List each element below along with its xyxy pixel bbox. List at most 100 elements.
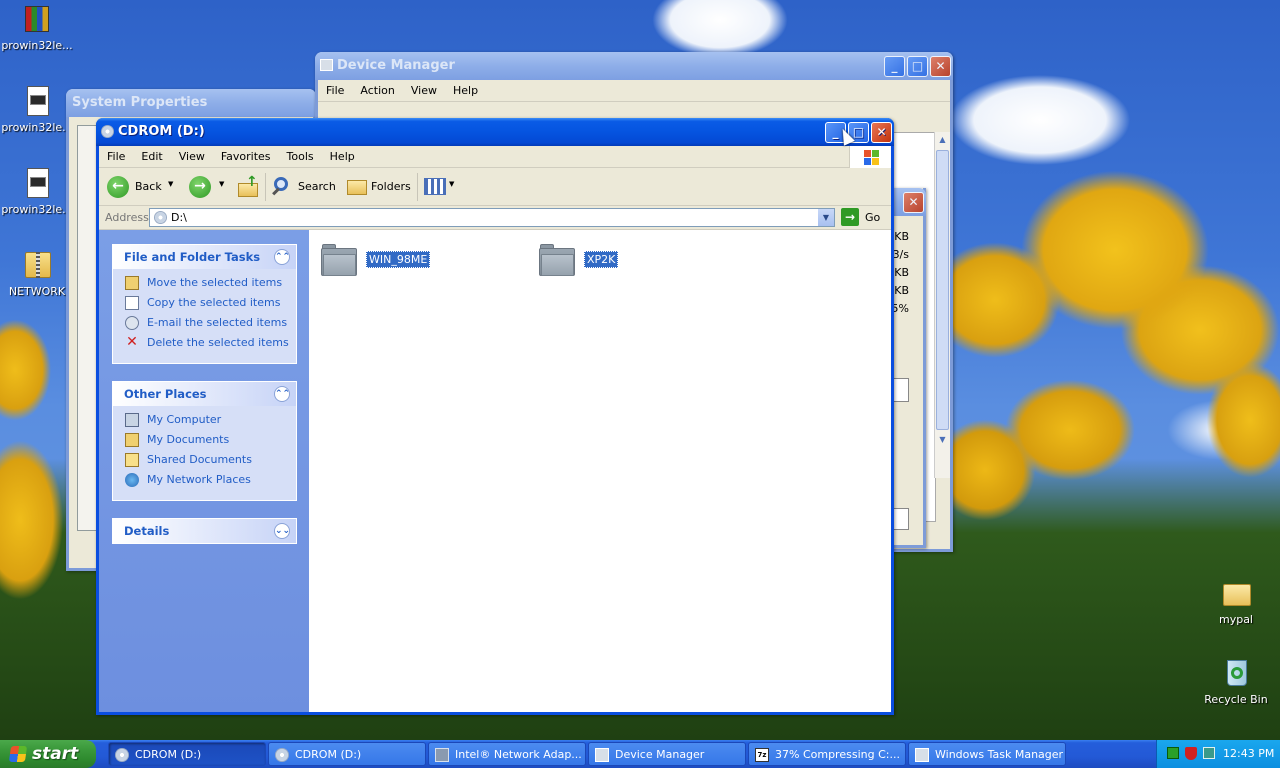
up-folder-icon[interactable]: ↑ <box>238 175 258 198</box>
views-button[interactable]: ▼ <box>424 177 458 197</box>
place-shared-documents[interactable]: Shared Documents <box>113 450 296 470</box>
close-button[interactable]: ✕ <box>903 192 924 213</box>
taskbar-item-device-manager[interactable]: Device Manager <box>588 742 746 766</box>
task-box-header[interactable]: Details ⌄⌄ <box>113 519 296 543</box>
menu-action[interactable]: Action <box>352 84 402 97</box>
folder-icon <box>321 244 357 276</box>
collapse-chevron-icon[interactable]: ⌃⌃ <box>274 386 290 402</box>
close-button[interactable]: ✕ <box>871 122 892 143</box>
maximize-button[interactable]: □ <box>907 56 928 77</box>
my-documents-icon <box>125 433 139 447</box>
archive-icon <box>21 4 53 36</box>
task-copy-items[interactable]: Copy the selected items <box>113 293 296 313</box>
place-my-computer[interactable]: My Computer <box>113 410 296 430</box>
scroll-down-arrow-icon[interactable]: ▼ <box>935 432 950 448</box>
dropdown-arrow-icon[interactable]: ▼ <box>219 180 224 188</box>
search-label: Search <box>298 180 336 193</box>
security-shield-icon[interactable] <box>1185 747 1197 760</box>
title-bar[interactable]: System Properties <box>66 89 316 117</box>
windows-logo-icon <box>849 146 891 168</box>
menu-file[interactable]: File <box>99 150 133 163</box>
close-button[interactable]: ✕ <box>930 56 951 77</box>
task-manager-icon <box>915 748 929 762</box>
menu-favorites[interactable]: Favorites <box>213 150 279 163</box>
desktop-icon-label: prowin32le... <box>1 203 73 216</box>
desktop-icon-label: prowin32le... <box>1 39 73 52</box>
standard-toolbar: ← Back ▼ → ▼ ↑ Search Folders ▼ <box>99 168 891 206</box>
go-label: Go <box>865 211 881 224</box>
taskbar: start CDROM (D:) CDROM (D:) Intel® Netwo… <box>0 740 1280 768</box>
system-tray: 12:43 PM <box>1156 740 1280 768</box>
title-bar[interactable]: CDROM (D:) _ □ ✕ <box>96 118 894 146</box>
search-button[interactable]: Search <box>272 175 336 199</box>
dropdown-arrow-icon[interactable]: ▼ <box>168 180 173 188</box>
desktop-icon-recycle-bin[interactable]: Recycle Bin <box>1199 658 1273 706</box>
taskbar-item-intel-network[interactable]: Intel® Network Adap... <box>428 742 586 766</box>
forward-arrow-icon: → <box>189 176 211 198</box>
taskbar-item-cdrom-active[interactable]: CDROM (D:) <box>108 742 266 766</box>
task-delete-items[interactable]: ✕ Delete the selected items <box>113 333 296 353</box>
scroll-thumb[interactable] <box>936 150 949 430</box>
address-label: Address <box>105 211 149 224</box>
menu-help[interactable]: Help <box>445 84 486 97</box>
task-box-header[interactable]: File and Folder Tasks ⌃⌃ <box>113 245 296 269</box>
network-tray-icon[interactable] <box>1167 747 1179 759</box>
stat-value: 3/s <box>892 248 909 261</box>
place-my-network-places[interactable]: My Network Places <box>113 470 296 490</box>
explorer-window[interactable]: CDROM (D:) _ □ ✕ File Edit View Favorite… <box>96 118 894 715</box>
minimize-button[interactable]: _ <box>884 56 905 77</box>
cdrom-icon <box>101 125 114 138</box>
windows-flag-icon <box>8 746 28 762</box>
menu-view[interactable]: View <box>171 150 213 163</box>
address-field[interactable]: D:\ ▼ <box>149 208 835 227</box>
go-button[interactable]: → Go <box>841 208 887 227</box>
task-email-items[interactable]: E-mail the selected items <box>113 313 296 333</box>
taskbar-item-task-manager[interactable]: Windows Task Manager <box>908 742 1066 766</box>
views-icon <box>424 178 446 195</box>
title-bar[interactable]: Device Manager _ □ ✕ <box>315 52 953 80</box>
menu-bar: File Action View Help <box>318 80 950 102</box>
folders-button[interactable]: Folders <box>345 175 411 199</box>
cdrom-icon <box>115 748 129 762</box>
menu-view[interactable]: View <box>403 84 445 97</box>
stat-value: KB <box>894 284 909 297</box>
desktop-icon-prowin-1[interactable]: prowin32le... <box>0 4 74 52</box>
window-title: Device Manager <box>337 58 455 73</box>
start-button[interactable]: start <box>0 740 96 768</box>
menu-edit[interactable]: Edit <box>133 150 170 163</box>
task-move-items[interactable]: Move the selected items <box>113 273 296 293</box>
vertical-scrollbar[interactable]: ▲ ▼ <box>934 132 950 478</box>
details-box: Details ⌄⌄ <box>112 518 297 544</box>
desktop-icon-prowin-3[interactable]: prowin32le... <box>0 168 74 216</box>
delete-x-icon: ✕ <box>126 334 138 350</box>
address-dropdown-button[interactable]: ▼ <box>818 209 834 226</box>
place-my-documents[interactable]: My Documents <box>113 430 296 450</box>
taskbar-item-cdrom[interactable]: CDROM (D:) <box>268 742 426 766</box>
folder-item-xp2k[interactable]: XP2K <box>539 244 659 284</box>
7zip-icon: 7z <box>755 748 769 762</box>
computer-icon <box>320 59 333 71</box>
content-area: File and Folder Tasks ⌃⌃ Move the selecte… <box>99 230 891 712</box>
menu-file[interactable]: File <box>318 84 352 97</box>
taskbar-item-compressing[interactable]: 7z 37% Compressing C:... <box>748 742 906 766</box>
back-arrow-icon: ← <box>107 176 129 198</box>
desktop-icon-prowin-2[interactable]: prowin32le... <box>0 86 74 134</box>
task-box-header[interactable]: Other Places ⌃⌃ <box>113 382 296 406</box>
email-icon <box>125 316 139 330</box>
desktop-icon-mypal[interactable]: mypal <box>1199 578 1273 626</box>
menu-tools[interactable]: Tools <box>279 150 322 163</box>
back-button[interactable]: ← Back ▼ <box>107 175 177 199</box>
network-places-icon <box>125 473 139 487</box>
shared-folder-icon <box>125 453 139 467</box>
expand-chevron-icon[interactable]: ⌄⌄ <box>274 523 290 539</box>
tray-app-icon[interactable] <box>1203 747 1215 759</box>
forward-button[interactable]: → ▼ <box>189 175 229 199</box>
clock: 12:43 PM <box>1223 747 1275 760</box>
collapse-chevron-icon[interactable]: ⌃⌃ <box>274 249 290 265</box>
scroll-up-arrow-icon[interactable]: ▲ <box>935 132 950 148</box>
desktop-icon-network[interactable]: NETWORK <box>0 250 74 298</box>
menu-help[interactable]: Help <box>322 150 363 163</box>
folder-item-win98me[interactable]: WIN_98ME <box>321 244 441 284</box>
folders-label: Folders <box>371 180 411 193</box>
desktop-icon-label: mypal <box>1218 613 1253 626</box>
